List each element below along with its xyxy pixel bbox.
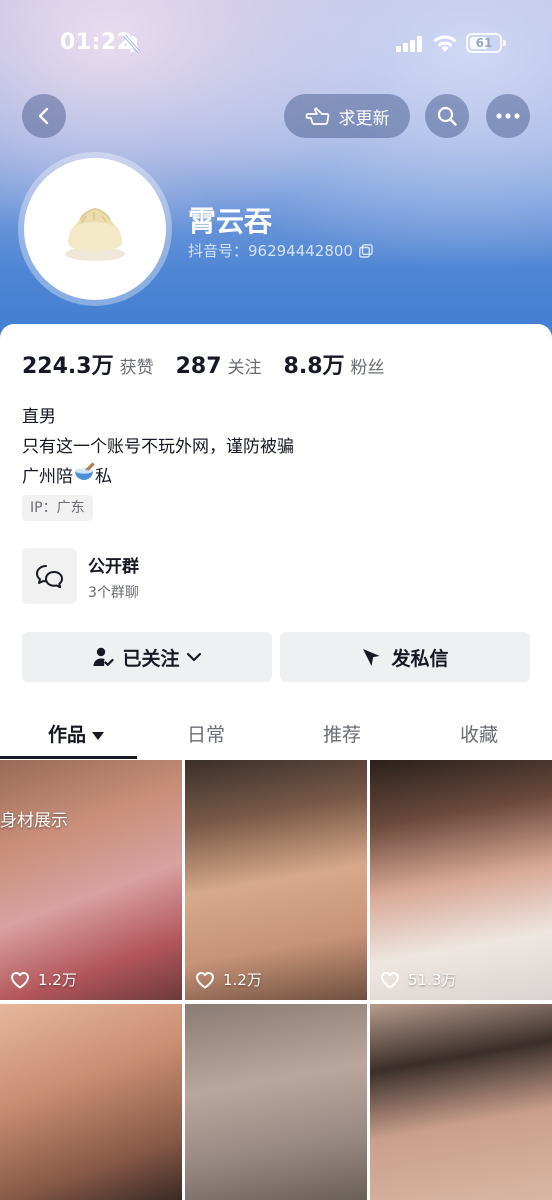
stat-following[interactable]: 287 关注: [176, 353, 262, 379]
ip-location-tag: IP：广东: [22, 495, 93, 521]
public-group-entry[interactable]: 公开群 3个群聊: [22, 548, 322, 606]
caret-down-icon: [92, 731, 105, 740]
video-thumbnail[interactable]: 1.2万: [185, 760, 367, 1000]
stat-likes[interactable]: 224.3万 获赞: [22, 348, 154, 380]
battery-icon: 61: [466, 33, 506, 53]
group-subtitle: 3个群聊: [88, 585, 139, 601]
tab-favorites[interactable]: 收藏: [460, 720, 498, 747]
stat-label: 关注: [227, 358, 262, 378]
douyin-id[interactable]: 抖音号：96294442800: [188, 240, 373, 261]
search-icon: [437, 106, 457, 126]
tab-daily[interactable]: 日常: [187, 720, 225, 747]
back-button[interactable]: [22, 94, 66, 138]
mute-bell-icon: [122, 34, 142, 54]
profile-bio: 直男 只有这一个账号不玩外网，谨防被骗 广州陪 私: [22, 402, 294, 492]
stat-value: 287: [175, 354, 222, 379]
tab-label: 收藏: [460, 724, 499, 746]
video-thumbnail[interactable]: 身材展示 1.2万: [0, 760, 182, 1000]
send-message-label: 发私信: [391, 647, 449, 670]
dumpling-avatar-image: [24, 158, 166, 300]
tab-recommended[interactable]: 推荐: [323, 720, 361, 747]
video-likes: 1.2万: [195, 969, 262, 990]
user-check-icon: [93, 647, 115, 666]
group-title: 公开群: [88, 557, 139, 577]
bio-line: 只有这一个账号不玩外网，谨防被骗: [22, 437, 294, 457]
video-likes: 1.2万: [10, 969, 77, 990]
active-tab-indicator: [0, 756, 137, 759]
request-update-label: 求更新: [338, 108, 390, 129]
chevron-left-icon: [38, 107, 49, 125]
request-update-button[interactable]: 求更新: [284, 94, 410, 138]
tab-label: 推荐: [323, 724, 362, 746]
heart-icon: [381, 971, 399, 988]
profile-name: 霄云吞: [188, 205, 273, 238]
more-options-button[interactable]: [486, 94, 530, 138]
tab-label: 日常: [187, 724, 226, 746]
bio-text: 私: [95, 467, 112, 487]
send-message-button[interactable]: 发私信: [280, 632, 530, 682]
group-chat-icon: [22, 548, 77, 604]
more-dots-icon: [496, 113, 520, 119]
video-thumbnail[interactable]: [370, 1004, 552, 1200]
heart-icon: [196, 971, 214, 988]
send-icon: [363, 649, 382, 666]
video-likes-count: 1.2万: [223, 971, 262, 989]
pointing-hand-icon: [305, 107, 329, 125]
cellular-signal-icon: [396, 36, 424, 56]
video-likes-count: 1.2万: [38, 971, 77, 989]
chevron-down-icon: [186, 652, 201, 662]
stat-value: 8.8万: [283, 354, 345, 379]
copy-icon[interactable]: [359, 243, 373, 258]
profile-stats: 224.3万 获赞 287 关注 8.8万 粉丝: [22, 348, 407, 380]
stat-followers[interactable]: 8.8万 粉丝: [284, 348, 385, 380]
bio-text: 广州陪: [22, 467, 73, 487]
stat-value: 224.3万: [22, 354, 114, 379]
tab-works[interactable]: 作品: [48, 720, 105, 747]
status-bar: 01:22 61: [0, 28, 552, 62]
bio-line: 广州陪 私: [22, 462, 294, 492]
video-thumbnail[interactable]: [0, 1004, 182, 1200]
bio-line: 直男: [22, 407, 56, 427]
bowl-emoji-icon: [73, 462, 95, 492]
douyin-id-text: 抖音号：96294442800: [188, 242, 353, 260]
video-caption: 身材展示: [0, 811, 68, 831]
video-thumbnail[interactable]: 51.3万: [370, 760, 552, 1000]
search-button[interactable]: [425, 94, 469, 138]
following-label: 已关注: [122, 647, 180, 670]
video-grid: 身材展示 1.2万 1.2万 51.3万: [0, 760, 552, 1200]
stat-label: 粉丝: [350, 358, 385, 378]
heart-icon: [11, 971, 29, 988]
video-likes: 51.3万: [380, 969, 456, 990]
video-thumbnail[interactable]: [185, 1004, 367, 1200]
stat-label: 获赞: [119, 358, 154, 378]
video-likes-count: 51.3万: [408, 971, 457, 989]
avatar[interactable]: [18, 152, 172, 306]
following-button[interactable]: 已关注: [22, 632, 272, 682]
battery-level: 61: [475, 36, 493, 50]
tab-label: 作品: [48, 724, 87, 746]
wifi-icon: [432, 34, 458, 58]
profile-tabs: 作品 日常 推荐 收藏: [0, 712, 552, 760]
